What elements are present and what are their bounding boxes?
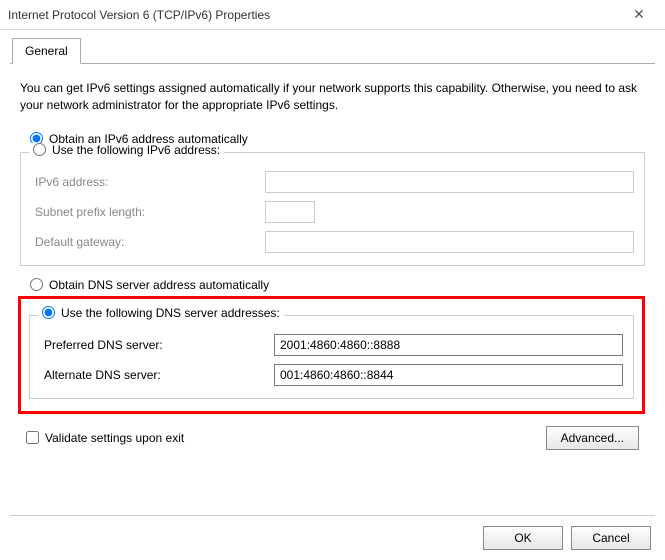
ip-addr-row: IPv6 address:	[35, 171, 634, 193]
ip-prefix-label: Subnet prefix length:	[35, 205, 265, 219]
ip-gateway-label: Default gateway:	[35, 235, 265, 249]
dns-preferred-input[interactable]	[274, 334, 623, 356]
window-title: Internet Protocol Version 6 (TCP/IPv6) P…	[8, 8, 621, 22]
dns-alternate-input[interactable]	[274, 364, 623, 386]
tab-general[interactable]: General	[12, 38, 81, 64]
ip-gateway-input[interactable]	[265, 231, 634, 253]
ip-manual-radio[interactable]	[33, 143, 46, 156]
ip-addr-input[interactable]	[265, 171, 634, 193]
dns-manual-row[interactable]: Use the following DNS server addresses:	[38, 306, 284, 320]
ip-gateway-row: Default gateway:	[35, 231, 634, 253]
dialog-footer: OK Cancel	[0, 516, 665, 560]
bottom-row: Validate settings upon exit Advanced...	[20, 426, 645, 450]
dns-alternate-label: Alternate DNS server:	[44, 368, 274, 382]
titlebar: Internet Protocol Version 6 (TCP/IPv6) P…	[0, 0, 665, 30]
ok-button[interactable]: OK	[483, 526, 563, 550]
ip-prefix-input[interactable]	[265, 201, 315, 223]
dns-auto-label: Obtain DNS server address automatically	[49, 278, 269, 292]
ip-manual-label: Use the following IPv6 address:	[52, 143, 220, 157]
highlight-annotation: Use the following DNS server addresses: …	[18, 296, 645, 414]
ip-manual-row[interactable]: Use the following IPv6 address:	[29, 143, 224, 157]
dns-auto-radio[interactable]	[30, 278, 43, 291]
cancel-button[interactable]: Cancel	[571, 526, 651, 550]
dns-preferred-label: Preferred DNS server:	[44, 338, 274, 352]
description-text: You can get IPv6 settings assigned autom…	[20, 80, 645, 114]
ip-addr-label: IPv6 address:	[35, 175, 265, 189]
dns-auto-row[interactable]: Obtain DNS server address automatically	[30, 278, 645, 292]
dns-manual-label: Use the following DNS server addresses:	[61, 306, 280, 320]
dns-preferred-row: Preferred DNS server:	[44, 334, 623, 356]
tab-strip: General	[10, 38, 655, 64]
advanced-button[interactable]: Advanced...	[546, 426, 639, 450]
tab-body: You can get IPv6 settings assigned autom…	[10, 64, 655, 460]
validate-label: Validate settings upon exit	[45, 431, 184, 445]
dns-alternate-row: Alternate DNS server:	[44, 364, 623, 386]
validate-checkbox[interactable]	[26, 431, 39, 444]
dialog-content: General You can get IPv6 settings assign…	[0, 30, 665, 460]
ip-manual-group: Use the following IPv6 address: IPv6 add…	[20, 152, 645, 266]
dns-manual-radio[interactable]	[42, 306, 55, 319]
ip-prefix-row: Subnet prefix length:	[35, 201, 634, 223]
dns-manual-group: Use the following DNS server addresses: …	[29, 315, 634, 399]
close-icon[interactable]: ✕	[621, 6, 657, 23]
